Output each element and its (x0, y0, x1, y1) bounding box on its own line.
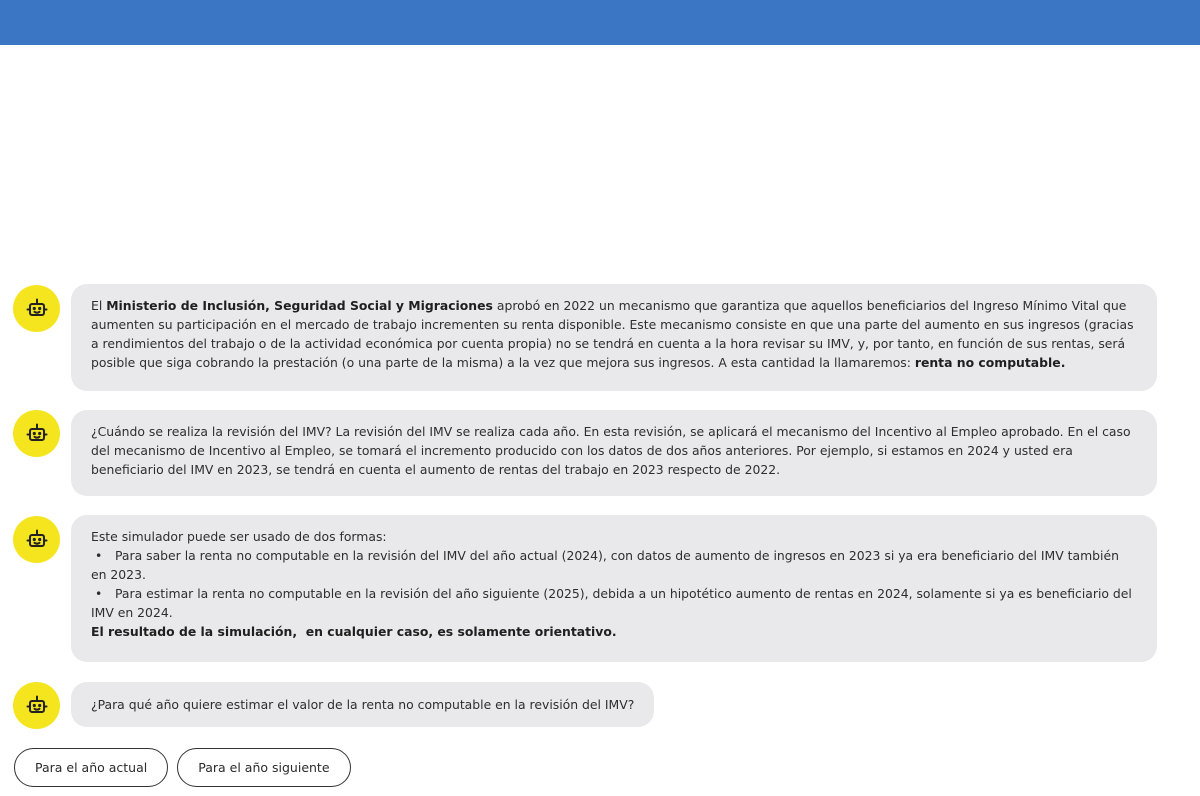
robot-icon (26, 529, 47, 547)
message-bubble: ¿Para qué año quiere estimar el valor de… (71, 682, 655, 727)
message-bubble: ¿Cuándo se realiza la revisión del IMV? … (71, 410, 1157, 496)
chat-area: El Ministerio de Inclusión, Seguridad So… (0, 0, 1200, 796)
message-text: ¿Cuándo se realiza la revisión del IMV? … (91, 424, 1131, 478)
bullet-symbol: • (95, 586, 103, 602)
option-next-year-button[interactable]: Para el año siguiente (177, 748, 351, 787)
bot-avatar (13, 682, 60, 729)
robot-icon (26, 298, 47, 316)
answer-options: Para el año actual Para el año siguiente (14, 748, 351, 787)
highlight-term: renta no computable. (914, 355, 1066, 371)
bot-avatar (13, 516, 60, 563)
bullet-item: • Para estimar la renta no computable en … (91, 584, 1137, 622)
bullet-text: Para estimar la renta no computable en l… (91, 586, 1132, 621)
message-bubble: El Ministerio de Inclusión, Seguridad So… (71, 284, 1157, 391)
message-bubble: Este simulador puede ser usado de dos fo… (71, 515, 1157, 662)
option-current-year-button[interactable]: Para el año actual (14, 748, 169, 787)
bullet-item: • Para saber la renta no computable en la… (91, 546, 1137, 584)
bot-avatar (13, 410, 60, 457)
disclaimer-note: El resultado de la simulación, en cualqu… (91, 622, 1137, 641)
question-text: ¿Para qué año quiere estimar el valor de… (91, 697, 635, 712)
bullet-symbol: • (95, 548, 103, 564)
bullet-text: Para saber la renta no computable en la … (91, 548, 1119, 583)
message-text: El Ministerio de Inclusión, Seguridad So… (91, 296, 1137, 372)
robot-icon (26, 423, 47, 441)
bot-avatar (13, 285, 60, 332)
ministry-name: Ministerio de Inclusión, Seguridad Socia… (106, 298, 493, 313)
disclaimer-text: El resultado de la simulación, en cualqu… (91, 624, 617, 640)
message-text-part: El (91, 298, 107, 313)
message-intro: Este simulador puede ser usado de dos fo… (91, 529, 387, 544)
robot-icon (26, 695, 47, 713)
